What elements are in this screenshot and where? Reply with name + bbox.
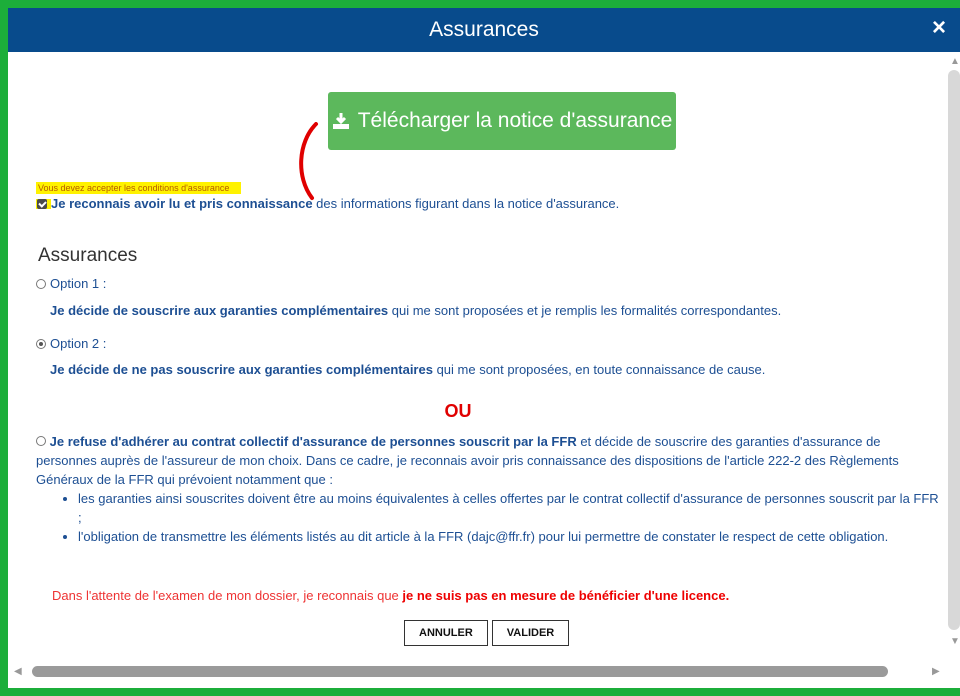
dialog-header: Assurances × xyxy=(8,8,960,52)
scroll-left-icon[interactable]: ◀ xyxy=(14,666,22,677)
acceptance-warning: Vous devez accepter les conditions d'ass… xyxy=(36,182,242,194)
licence-notice-bold: je ne suis pas en mesure de bénéficier d… xyxy=(402,588,730,603)
option-2-description: Je décide de ne pas souscrire aux garant… xyxy=(50,362,765,377)
action-buttons: ANNULER VALIDER xyxy=(404,620,570,646)
list-item: l'obligation de transmettre les éléments… xyxy=(78,527,942,546)
list-item: les garanties ainsi souscrites doivent ê… xyxy=(78,489,942,527)
vertical-scroll-thumb[interactable] xyxy=(948,70,960,630)
scroll-right-icon[interactable]: ▶ xyxy=(932,666,940,677)
option-1-desc-bold: Je décide de souscrire aux garanties com… xyxy=(50,303,389,318)
or-separator: OU xyxy=(444,401,472,421)
section-title: Assurances xyxy=(38,245,138,266)
option-1-radio[interactable] xyxy=(36,278,46,289)
horizontal-scrollbar[interactable]: ◀ ▶ xyxy=(8,662,948,682)
validate-button[interactable]: VALIDER xyxy=(491,620,570,646)
refuse-bullet-list: les garanties ainsi souscrites doivent ê… xyxy=(36,489,942,546)
acknowledge-checkbox[interactable] xyxy=(37,198,47,209)
close-icon[interactable]: × xyxy=(932,14,946,42)
dialog-title: Assurances xyxy=(429,18,539,41)
licence-notice-text: Dans l'attente de l'examen de mon dossie… xyxy=(52,588,403,603)
horizontal-scroll-thumb[interactable] xyxy=(32,666,888,677)
licence-notice: Dans l'attente de l'examen de mon dossie… xyxy=(52,588,729,603)
acknowledge-row: Je reconnais avoir lu et pris connaissan… xyxy=(36,196,619,211)
option-2-desc-bold: Je décide de ne pas souscrire aux garant… xyxy=(50,362,433,377)
download-notice-button[interactable]: Télécharger la notice d'assurance xyxy=(328,92,676,150)
option-2-desc-rest: qui me sont proposées, en toute connaiss… xyxy=(432,362,766,377)
red-annotation-mark xyxy=(299,122,318,200)
acknowledge-checkbox-highlight xyxy=(36,198,51,209)
refuse-radio[interactable] xyxy=(36,436,46,446)
option-2[interactable]: Option 2 : xyxy=(36,336,106,351)
acknowledge-text: des informations figurant dans la notice… xyxy=(312,196,620,211)
option-1[interactable]: Option 1 : xyxy=(36,276,106,291)
cancel-button[interactable]: ANNULER xyxy=(404,620,488,646)
refuse-bold-text: Je refuse d'adhérer au contrat collectif… xyxy=(49,434,577,449)
refuse-option: Je refuse d'adhérer au contrat collectif… xyxy=(36,432,942,546)
option-2-label: Option 2 : xyxy=(50,336,107,351)
download-icon xyxy=(332,113,349,129)
scroll-down-icon[interactable]: ▼ xyxy=(950,636,960,647)
download-button-label: Télécharger la notice d'assurance xyxy=(357,109,673,132)
scroll-up-icon[interactable]: ▲ xyxy=(950,56,960,67)
option-1-description: Je décide de souscrire aux garanties com… xyxy=(50,303,781,318)
option-1-desc-rest: qui me sont proposées et je remplis les … xyxy=(388,303,782,318)
vertical-scrollbar[interactable]: ▲ ▼ xyxy=(948,52,960,650)
option-2-radio[interactable] xyxy=(36,338,46,349)
dialog-body: Télécharger la notice d'assurance Vous d… xyxy=(8,52,948,650)
option-1-label: Option 1 : xyxy=(50,276,107,291)
acknowledge-bold-text: Je reconnais avoir lu et pris connaissan… xyxy=(51,196,313,211)
